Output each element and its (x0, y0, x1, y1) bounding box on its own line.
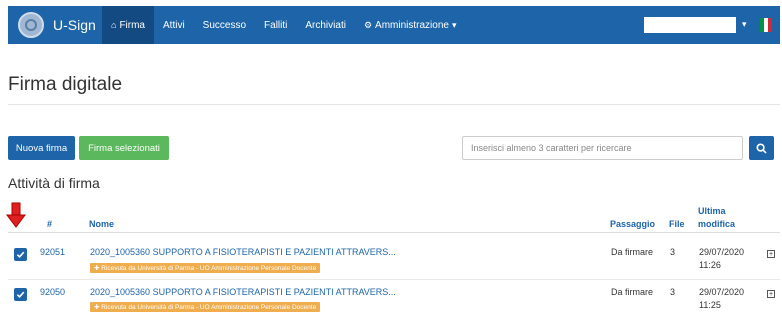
nav-item-falliti[interactable]: Falliti (255, 6, 296, 44)
top-navbar: U-Sign ⌂ Firma Attivi Successo Falliti A… (8, 6, 780, 44)
search-icon (756, 142, 767, 154)
search-box (462, 136, 743, 160)
user-menu[interactable] (644, 17, 736, 33)
column-header-modified-line1[interactable]: Ultima (698, 206, 726, 216)
row-checkbox[interactable] (14, 288, 27, 301)
checkmark-icon (16, 251, 25, 259)
column-header-name[interactable]: Nome (89, 219, 114, 229)
divider (8, 104, 780, 105)
brand[interactable]: U-Sign (18, 11, 96, 39)
row-time: 11:25 (699, 300, 721, 310)
nav-item-attivi[interactable]: Attivi (154, 6, 194, 44)
sign-selected-button[interactable]: Firma selezionati (79, 136, 169, 160)
column-header-id[interactable]: # (47, 219, 52, 229)
row-date: 29/07/2020 (699, 287, 745, 297)
column-header-step[interactable]: Passaggio (610, 219, 655, 229)
nav-item-label: Successo (202, 19, 247, 31)
row-divider (8, 279, 780, 280)
expand-row-icon[interactable]: + (767, 250, 775, 258)
nav-item-label: Falliti (264, 19, 288, 31)
column-header-modified-line2[interactable]: modifica (698, 219, 735, 229)
new-signature-button[interactable]: Nuova firma (8, 136, 75, 160)
nav-item-label: Archiviati (305, 19, 346, 31)
nav-item-label: Amministrazione (375, 19, 449, 31)
column-header-files[interactable]: File (669, 219, 685, 229)
nav-item-label: Firma (119, 19, 145, 31)
row-file-count: 3 (670, 287, 676, 297)
brand-name: U-Sign (53, 17, 96, 33)
settings-icon: ⚙ (363, 19, 373, 30)
u-sign-logo-icon (18, 12, 44, 38)
search-input[interactable] (463, 137, 742, 159)
row-step: Da firmare (611, 287, 654, 297)
italian-flag-icon[interactable] (760, 18, 772, 32)
row-id-link[interactable]: 92050 (40, 287, 65, 297)
row-id-link[interactable]: 92051 (40, 247, 65, 257)
section-title: Attività di firma (8, 175, 100, 191)
received-from-badge: ✚ Ricevuta da Università di Parma - UO A… (90, 302, 321, 312)
received-from-badge: ✚ Ricevuta da Università di Parma - UO A… (90, 263, 321, 273)
user-menu-caret[interactable]: ▾ (742, 19, 747, 30)
red-arrow-icon (6, 202, 26, 228)
nav-item-firma[interactable]: ⌂ Firma (102, 6, 154, 44)
page-title: Firma digitale (8, 74, 123, 95)
nav-item-amministrazione[interactable]: ⚙ Amministrazione ▾ (355, 6, 466, 44)
expand-row-icon[interactable]: + (767, 290, 775, 298)
nav-item-label: Attivi (163, 19, 185, 31)
nav-item-archiviati[interactable]: Archiviati (296, 6, 355, 44)
row-name-link[interactable]: 2020_1005360 SUPPORTO A FISIOTERAPISTI E… (90, 247, 396, 257)
row-step: Da firmare (611, 247, 654, 257)
checkmark-icon (16, 291, 25, 299)
nav-item-successo[interactable]: Successo (194, 6, 255, 44)
home-icon: ⌂ (111, 20, 117, 30)
caret-down-icon: ▾ (451, 19, 457, 30)
nav-menu: ⌂ Firma Attivi Successo Falliti Archivia… (102, 6, 465, 44)
table-header-divider (8, 232, 780, 233)
search-button[interactable] (749, 136, 774, 160)
row-date: 29/07/2020 (699, 247, 745, 257)
row-file-count: 3 (670, 247, 676, 257)
row-name-link[interactable]: 2020_1005360 SUPPORTO A FISIOTERAPISTI E… (90, 287, 396, 297)
row-time: 11:26 (699, 260, 721, 270)
row-checkbox[interactable] (14, 248, 27, 261)
